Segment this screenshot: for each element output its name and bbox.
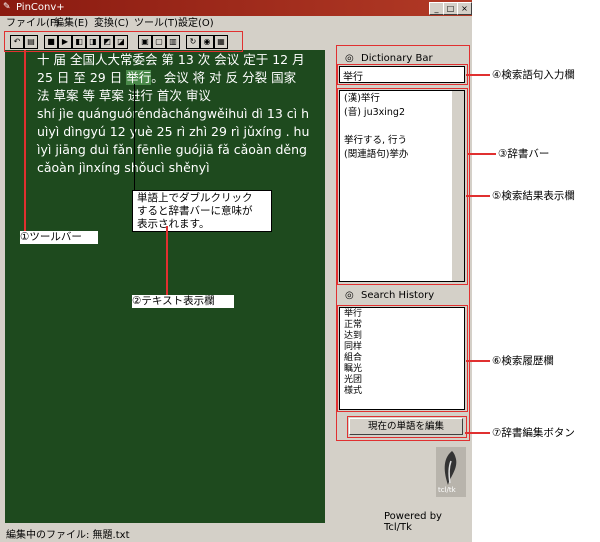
menu-edit[interactable]: 編集(E) bbox=[54, 17, 88, 30]
text-area-annotation-label: ②テキスト表示欄 bbox=[132, 295, 215, 307]
editor-line: 25 日 至 29 日 举行。会议 将 对 反 分裂 国家 bbox=[37, 69, 296, 86]
logo-text: tcl/tk bbox=[438, 486, 456, 494]
menu-bar: ファイル(F) 編集(E) 変換(C) ツール(T) 設定(O) bbox=[0, 16, 472, 31]
powered-by-text: Powered by Tcl/Tk bbox=[384, 511, 442, 533]
editor-line: 法 草案 等 草案 进行 首次 审议 bbox=[37, 88, 211, 103]
toolbar-pointer-line bbox=[24, 50, 26, 232]
edit-button-pointer bbox=[465, 432, 490, 434]
menu-file[interactable]: ファイル(F) bbox=[6, 17, 60, 30]
editor-line-rest: 。会议 将 对 反 分裂 国家 bbox=[151, 70, 297, 85]
app-icon: ✎ bbox=[3, 2, 11, 12]
selected-word[interactable]: 举行 bbox=[126, 70, 152, 85]
tooltip-line: 単語上でダブルクリック bbox=[137, 192, 253, 204]
editor-line: 十 届 全国人大常委会 第 13 次 会议 定于 12 月 bbox=[37, 52, 305, 67]
tooltip-line: 表示されます。 bbox=[137, 218, 210, 230]
editor-line: ìyì jiāng duì fǎn fēnlìe guójiā fǎ cǎoàn… bbox=[37, 142, 307, 157]
history-annotation: ⑥検索履歴欄 bbox=[492, 355, 554, 367]
tcl-tk-logo: tcl/tk bbox=[436, 447, 466, 497]
menu-convert[interactable]: 変換(C) bbox=[94, 17, 129, 30]
status-text: 編集中のファイル: 無題.txt bbox=[6, 530, 130, 541]
double-click-tooltip: 単語上でダブルクリック すると辞書バーに意味が 表示されます。 bbox=[132, 190, 272, 232]
toolbar-annotation: ①ツールバー bbox=[20, 231, 98, 244]
dict-bar-pointer bbox=[468, 153, 496, 155]
window-title: PinConv+ bbox=[16, 2, 65, 13]
search-input-pointer bbox=[466, 74, 490, 76]
history-pointer bbox=[466, 360, 490, 362]
results-highlight bbox=[337, 88, 468, 285]
tooltip-line: すると辞書バーに意味が bbox=[137, 205, 253, 217]
text-area-annotation: ②テキスト表示欄 bbox=[132, 295, 234, 308]
maximize-button[interactable]: □ bbox=[443, 2, 458, 15]
editor-line-start: 25 日 至 29 日 bbox=[37, 70, 127, 85]
editor-line: cǎoàn jìnxíng shǒucì shěnyì bbox=[37, 160, 210, 175]
title-bar: ✎ PinConv+ _ □ × bbox=[0, 0, 472, 16]
tooltip-pointer-line bbox=[134, 84, 135, 190]
editor-line: shí jìe quánguóréndàchángwěihuì dì 13 cì… bbox=[37, 106, 309, 121]
menu-tools[interactable]: ツール(T) bbox=[134, 17, 178, 30]
toolbar-annotation-label: ①ツールバー bbox=[20, 231, 82, 243]
text-editor[interactable]: 十 届 全国人大常委会 第 13 次 会议 定于 12 月 25 日 至 29 … bbox=[5, 50, 338, 523]
edit-button-annotation: ⑦辞書編集ボタン bbox=[492, 427, 575, 439]
search-input-annotation: ④検索語句入力欄 bbox=[492, 69, 575, 81]
dict-bar-annotation: ③辞書バー bbox=[498, 148, 550, 160]
text-area-pointer-line bbox=[166, 226, 168, 296]
menu-settings[interactable]: 設定(O) bbox=[178, 17, 214, 30]
editor-line: uìyì dìngyú 12 yuè 25 rì zhì 29 rì jǔxín… bbox=[37, 124, 310, 139]
search-input-highlight bbox=[337, 64, 468, 85]
history-highlight bbox=[337, 305, 468, 412]
edit-button-highlight bbox=[347, 416, 467, 438]
close-button[interactable]: × bbox=[457, 2, 472, 15]
toolbar-highlight bbox=[4, 31, 243, 52]
results-annotation: ⑤検索結果表示欄 bbox=[492, 190, 575, 202]
minimize-button[interactable]: _ bbox=[429, 2, 444, 15]
results-pointer bbox=[466, 195, 490, 197]
